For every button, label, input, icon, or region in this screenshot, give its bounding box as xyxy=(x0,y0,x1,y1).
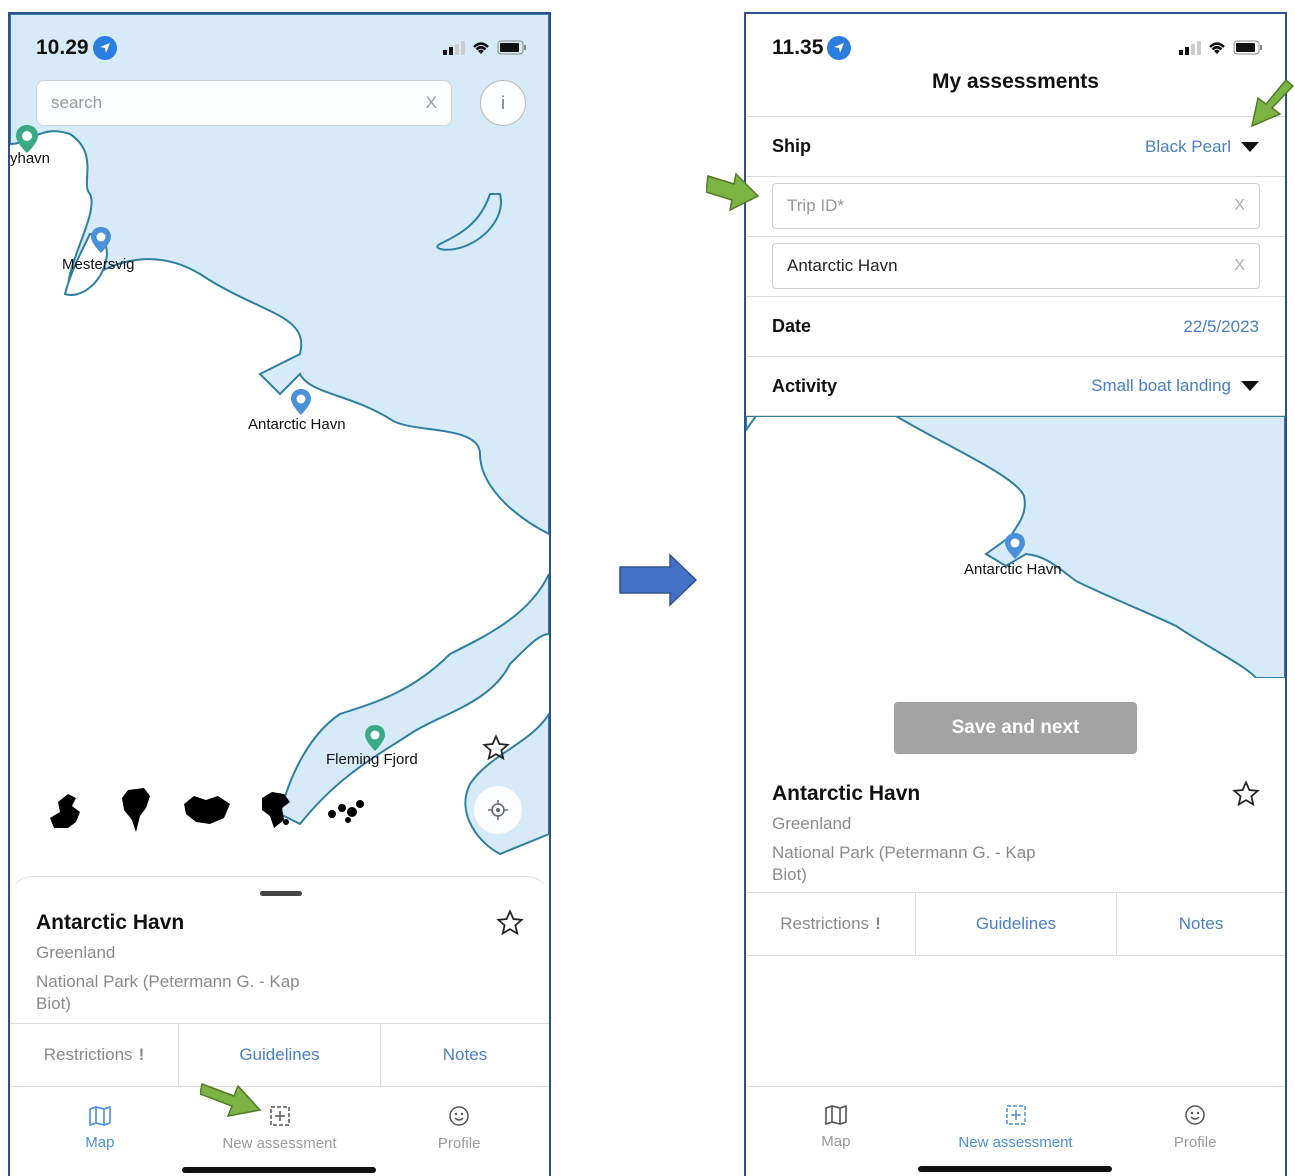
status-time: 10.29 xyxy=(36,36,117,60)
wifi-icon xyxy=(473,42,489,54)
region-iceland-thumb[interactable] xyxy=(180,784,232,836)
nav-map[interactable]: Map xyxy=(10,1087,190,1169)
nav-profile[interactable]: Profile xyxy=(1105,1087,1285,1168)
hint-arrow-new-assessment xyxy=(200,1082,262,1117)
battery-icon xyxy=(497,40,526,55)
place-description: National Park (Petermann G. - Kap Biot) xyxy=(772,843,1036,884)
place-country: Greenland xyxy=(36,943,116,962)
page-title: My assessments xyxy=(932,70,1099,93)
map-label-nyhavn[interactable]: yhavn xyxy=(10,150,50,167)
map-label-fleming-fjord[interactable]: Fleming Fjord xyxy=(326,751,418,768)
search-input[interactable]: search X xyxy=(36,80,452,126)
tab-restrictions[interactable]: Restrictions! xyxy=(746,893,916,955)
dropdown-caret-icon xyxy=(1241,381,1259,391)
status-icons xyxy=(443,40,527,55)
phone-screen-map: 10.29 search X i yhavn Mestersvig Antarc… xyxy=(8,12,551,1176)
new-assessment-icon xyxy=(1005,1105,1026,1125)
map-pin-icon[interactable] xyxy=(1004,532,1026,560)
place-description: National Park (Petermann G. - Kap Biot) xyxy=(36,972,300,1013)
locate-button[interactable] xyxy=(474,786,522,834)
ship-row[interactable]: Ship Black Pearl xyxy=(746,116,1285,176)
new-assessment-icon xyxy=(269,1105,290,1126)
nav-map[interactable]: Map xyxy=(746,1087,926,1168)
region-greenland-thumb[interactable] xyxy=(110,784,162,836)
location-arrow-icon xyxy=(92,36,117,60)
bottom-nav: Map New assessment Profile xyxy=(746,1086,1285,1168)
star-icon[interactable] xyxy=(482,734,510,762)
tab-notes[interactable]: Notes xyxy=(381,1024,549,1086)
trip-id-placeholder: Trip ID* xyxy=(787,196,844,215)
hint-arrow-trip-id xyxy=(706,172,760,212)
location-field[interactable]: Antarctic Havn X xyxy=(772,243,1260,289)
profile-icon xyxy=(449,1105,469,1126)
save-and-next-button[interactable]: Save and next xyxy=(894,702,1137,754)
battery-icon xyxy=(1233,40,1262,55)
status-time: 11.35 xyxy=(772,36,852,60)
info-button[interactable]: i xyxy=(480,80,526,126)
phone-screen-assessment: 11.35 My assessments Ship Black Pearl Tr… xyxy=(744,12,1287,1176)
location-field-value: Antarctic Havn xyxy=(787,256,898,275)
map-icon xyxy=(825,1105,847,1125)
map-pin-icon[interactable] xyxy=(90,226,112,254)
signal-icon xyxy=(1179,40,1201,55)
place-title: Antarctic Havn xyxy=(36,911,185,934)
location-clear-button[interactable]: X xyxy=(1234,257,1245,275)
tab-notes[interactable]: Notes xyxy=(1117,893,1285,955)
region-jan-mayen-thumb[interactable] xyxy=(250,784,302,836)
favorite-star-icon[interactable] xyxy=(1232,780,1260,808)
info-tabs: Restrictions! Guidelines Notes xyxy=(746,892,1285,956)
transition-arrow xyxy=(619,553,698,607)
wifi-icon xyxy=(1209,42,1225,54)
place-country: Greenland xyxy=(772,814,852,833)
map-label-antarctic-havn[interactable]: Antarctic Havn xyxy=(248,416,346,433)
map-icon xyxy=(89,1105,111,1126)
activity-label: Activity xyxy=(772,375,838,396)
ship-label: Ship xyxy=(772,136,811,156)
locate-icon xyxy=(488,800,508,820)
place-title: Antarctic Havn xyxy=(772,782,921,805)
activity-row[interactable]: Activity Small boat landing xyxy=(746,356,1285,416)
nav-profile[interactable]: Profile xyxy=(369,1087,549,1169)
region-svalbard-thumb[interactable] xyxy=(40,784,92,836)
map-label-antarctic-havn[interactable]: Antarctic Havn xyxy=(964,561,1062,578)
tab-guidelines[interactable]: Guidelines xyxy=(916,893,1117,955)
map-pin-icon[interactable] xyxy=(364,724,386,752)
trip-id-clear-button[interactable]: X xyxy=(1234,197,1245,215)
location-bottom-sheet[interactable]: Antarctic Havn Greenland National Park (… xyxy=(10,876,549,1176)
nav-new-assessment[interactable]: New assessment xyxy=(926,1087,1106,1168)
date-value[interactable]: 22/5/2023 xyxy=(1183,317,1259,337)
date-row[interactable]: Date 22/5/2023 xyxy=(746,296,1285,356)
favorite-star-icon[interactable] xyxy=(496,909,524,937)
region-faroe-thumb[interactable] xyxy=(320,784,372,836)
hint-arrow-ship-dropdown xyxy=(1250,80,1295,128)
signal-icon xyxy=(443,40,465,55)
region-selector xyxy=(40,784,372,836)
profile-icon xyxy=(1185,1105,1205,1125)
sheet-handle[interactable] xyxy=(260,891,302,896)
ship-select[interactable]: Black Pearl xyxy=(1145,137,1259,157)
home-indicator[interactable] xyxy=(918,1166,1112,1172)
bottom-nav: Map New assessment Profile xyxy=(10,1087,549,1169)
info-tabs: Restrictions! Guidelines Notes xyxy=(10,1023,549,1087)
activity-select[interactable]: Small boat landing xyxy=(1091,376,1259,396)
status-icons xyxy=(1179,40,1263,55)
dropdown-caret-icon xyxy=(1241,141,1259,152)
date-label: Date xyxy=(772,316,812,336)
search-placeholder: search xyxy=(51,93,103,112)
map-pin-icon[interactable] xyxy=(290,388,312,416)
location-arrow-icon xyxy=(827,36,852,60)
home-indicator[interactable] xyxy=(182,1167,376,1173)
search-clear-button[interactable]: X xyxy=(426,93,437,113)
tab-restrictions[interactable]: Restrictions! xyxy=(10,1024,179,1086)
map-label-mestersvig[interactable]: Mestersvig xyxy=(62,256,135,273)
trip-id-field[interactable]: Trip ID* X xyxy=(772,183,1260,229)
